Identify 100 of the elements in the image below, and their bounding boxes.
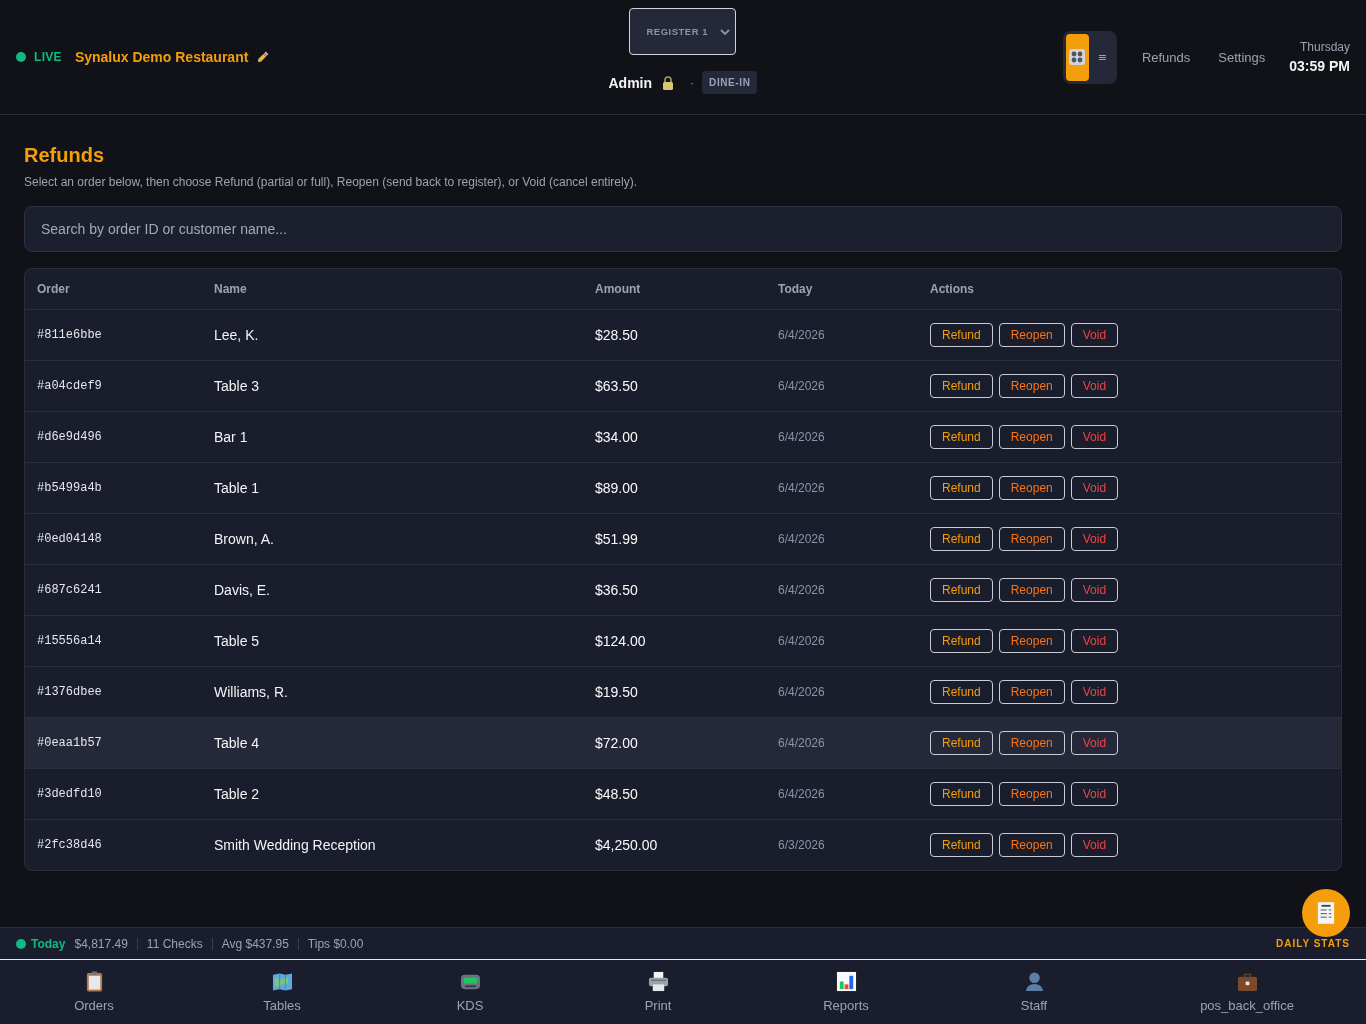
table-row[interactable]: #b5499a4b Table 1 $89.00 6/4/2026 Refund Reopen Void [25, 463, 1341, 514]
order-id: #0ed04148 [37, 532, 103, 546]
refund-button[interactable]: Refund [930, 782, 993, 806]
table-row[interactable]: #d6e9d496 Bar 1 $34.00 6/4/2026 Refund Reopen Void [25, 412, 1341, 463]
void-button[interactable]: Void [1070, 578, 1119, 602]
page-description: Select an order below, then choose Refund (partial or full), Reopen (send back to register), or Void (cancel entirely). [24, 174, 638, 190]
refund-button[interactable]: Refund [930, 374, 993, 398]
void-button[interactable]: Void [1070, 782, 1119, 806]
order-date: 6/4/2026 [778, 532, 826, 546]
table-row[interactable]: #0eaa1b57 Table 4 $72.00 6/4/2026 Refund Reopen Void [25, 718, 1341, 769]
reopen-button[interactable]: Reopen [998, 680, 1065, 704]
chevron-down-icon [720, 28, 731, 35]
order-date: 6/4/2026 [778, 634, 826, 648]
refund-button[interactable]: Refund [930, 629, 993, 653]
lock-icon [662, 75, 675, 90]
void-button[interactable]: Void [1070, 425, 1119, 449]
order-id: #1376dbee [37, 685, 103, 699]
table-row[interactable]: #811e6bbe Lee, K. $28.50 6/4/2026 Refund Reopen Void [25, 310, 1341, 361]
customer-name: Table 1 [214, 480, 261, 496]
separator: · [690, 75, 695, 90]
customer-name: Table 4 [214, 735, 261, 751]
reopen-button[interactable]: Reopen [998, 833, 1065, 857]
briefcase-icon [1236, 971, 1258, 992]
nav-item[interactable]: Reports [752, 960, 940, 1024]
order-amount: $36.50 [595, 582, 639, 598]
order-amount: $89.00 [595, 480, 639, 496]
nav-item[interactable]: Staff [940, 960, 1128, 1024]
reopen-button[interactable]: Reopen [998, 425, 1065, 449]
list-view-button[interactable]: ≡ [1090, 33, 1114, 81]
refund-button[interactable]: Refund [930, 527, 993, 551]
reopen-button[interactable]: Reopen [998, 323, 1065, 347]
customer-name: Brown, A. [214, 531, 275, 547]
nav-item[interactable]: Orders [0, 960, 188, 1024]
void-button[interactable]: Void [1070, 833, 1119, 857]
nav-item[interactable]: KDS [376, 960, 564, 1024]
restaurant-name[interactable]: Synalux Demo Restaurant [74, 49, 249, 65]
register-select[interactable]: REGISTER 1 [629, 8, 737, 55]
column-header: Name [214, 282, 248, 296]
void-button[interactable]: Void [1070, 731, 1119, 755]
order-amount: $63.50 [595, 378, 639, 394]
order-type-badge[interactable]: DINE-IN [702, 71, 758, 94]
column-header: Order [37, 282, 71, 296]
header-link[interactable]: Refunds [1141, 49, 1191, 65]
live-label: LIVE [34, 50, 62, 64]
order-date: 6/4/2026 [778, 583, 826, 597]
customer-name: Williams, R. [214, 684, 289, 700]
nav-item[interactable]: pos_back_office [1128, 960, 1366, 1024]
table-row[interactable]: #0ed04148 Brown, A. $51.99 6/4/2026 Refund Reopen Void [25, 514, 1341, 565]
day-label: Thursday [1299, 40, 1350, 54]
reopen-button[interactable]: Reopen [998, 782, 1065, 806]
order-amount: $72.00 [595, 735, 639, 751]
reopen-button[interactable]: Reopen [998, 629, 1065, 653]
daily-stats-button[interactable] [1302, 889, 1350, 937]
order-id: #15556a14 [37, 634, 103, 648]
table-row[interactable]: #a04cdef9 Table 3 $63.50 6/4/2026 Refund Reopen Void [25, 361, 1341, 412]
grid-icon [1069, 49, 1086, 65]
customer-name: Bar 1 [214, 429, 249, 445]
customer-name: Table 5 [214, 633, 261, 649]
void-button[interactable]: Void [1070, 374, 1119, 398]
order-date: 6/4/2026 [778, 430, 826, 444]
void-button[interactable]: Void [1070, 680, 1119, 704]
refund-button[interactable]: Refund [930, 425, 993, 449]
table-row[interactable]: #3dedfd10 Table 2 $48.50 6/4/2026 Refund Reopen Void [25, 769, 1341, 820]
void-button[interactable]: Void [1070, 323, 1119, 347]
refund-button[interactable]: Refund [930, 731, 993, 755]
customer-name: Table 3 [214, 378, 261, 394]
grid-view-button[interactable] [1065, 33, 1089, 81]
void-button[interactable]: Void [1070, 527, 1119, 551]
refund-button[interactable]: Refund [930, 578, 993, 602]
reopen-button[interactable]: Reopen [998, 527, 1065, 551]
order-date: 6/4/2026 [778, 481, 826, 495]
refund-button[interactable]: Refund [930, 323, 993, 347]
reopen-button[interactable]: Reopen [998, 476, 1065, 500]
order-date: 6/4/2026 [778, 736, 826, 750]
refund-button[interactable]: Refund [930, 833, 993, 857]
reopen-button[interactable]: Reopen [998, 578, 1065, 602]
table-row[interactable]: #15556a14 Table 5 $124.00 6/4/2026 Refund Reopen Void [25, 616, 1341, 667]
search-field[interactable]: Search by order ID or customer name... [24, 206, 1342, 252]
void-button[interactable]: Void [1070, 476, 1119, 500]
map-icon [271, 971, 293, 992]
order-amount: $28.50 [595, 327, 639, 343]
nav-item[interactable]: Tables [188, 960, 376, 1024]
column-header: Amount [595, 282, 642, 296]
user-name: Admin [608, 74, 653, 91]
nav-item[interactable]: Print [564, 960, 752, 1024]
order-date: 6/4/2026 [778, 685, 826, 699]
refund-button[interactable]: Refund [930, 680, 993, 704]
status-dot-icon [16, 938, 26, 949]
void-button[interactable]: Void [1070, 629, 1119, 653]
reopen-button[interactable]: Reopen [998, 731, 1065, 755]
header-link[interactable]: Settings [1218, 49, 1266, 65]
customer-name: Lee, K. [214, 327, 260, 343]
order-id: #2fc38d46 [37, 838, 103, 852]
refund-button[interactable]: Refund [930, 476, 993, 500]
table-row[interactable]: #687c6241 Davis, E. $36.50 6/4/2026 Refund Reopen Void [25, 565, 1341, 616]
person-icon [1023, 971, 1045, 992]
order-amount: $48.50 [595, 786, 639, 802]
order-date: 6/4/2026 [778, 328, 826, 342]
reopen-button[interactable]: Reopen [998, 374, 1065, 398]
table-row[interactable]: #2fc38d46 Smith Wedding Reception $4,250.00 6/3/2026 Refund Reopen Void [25, 820, 1341, 870]
